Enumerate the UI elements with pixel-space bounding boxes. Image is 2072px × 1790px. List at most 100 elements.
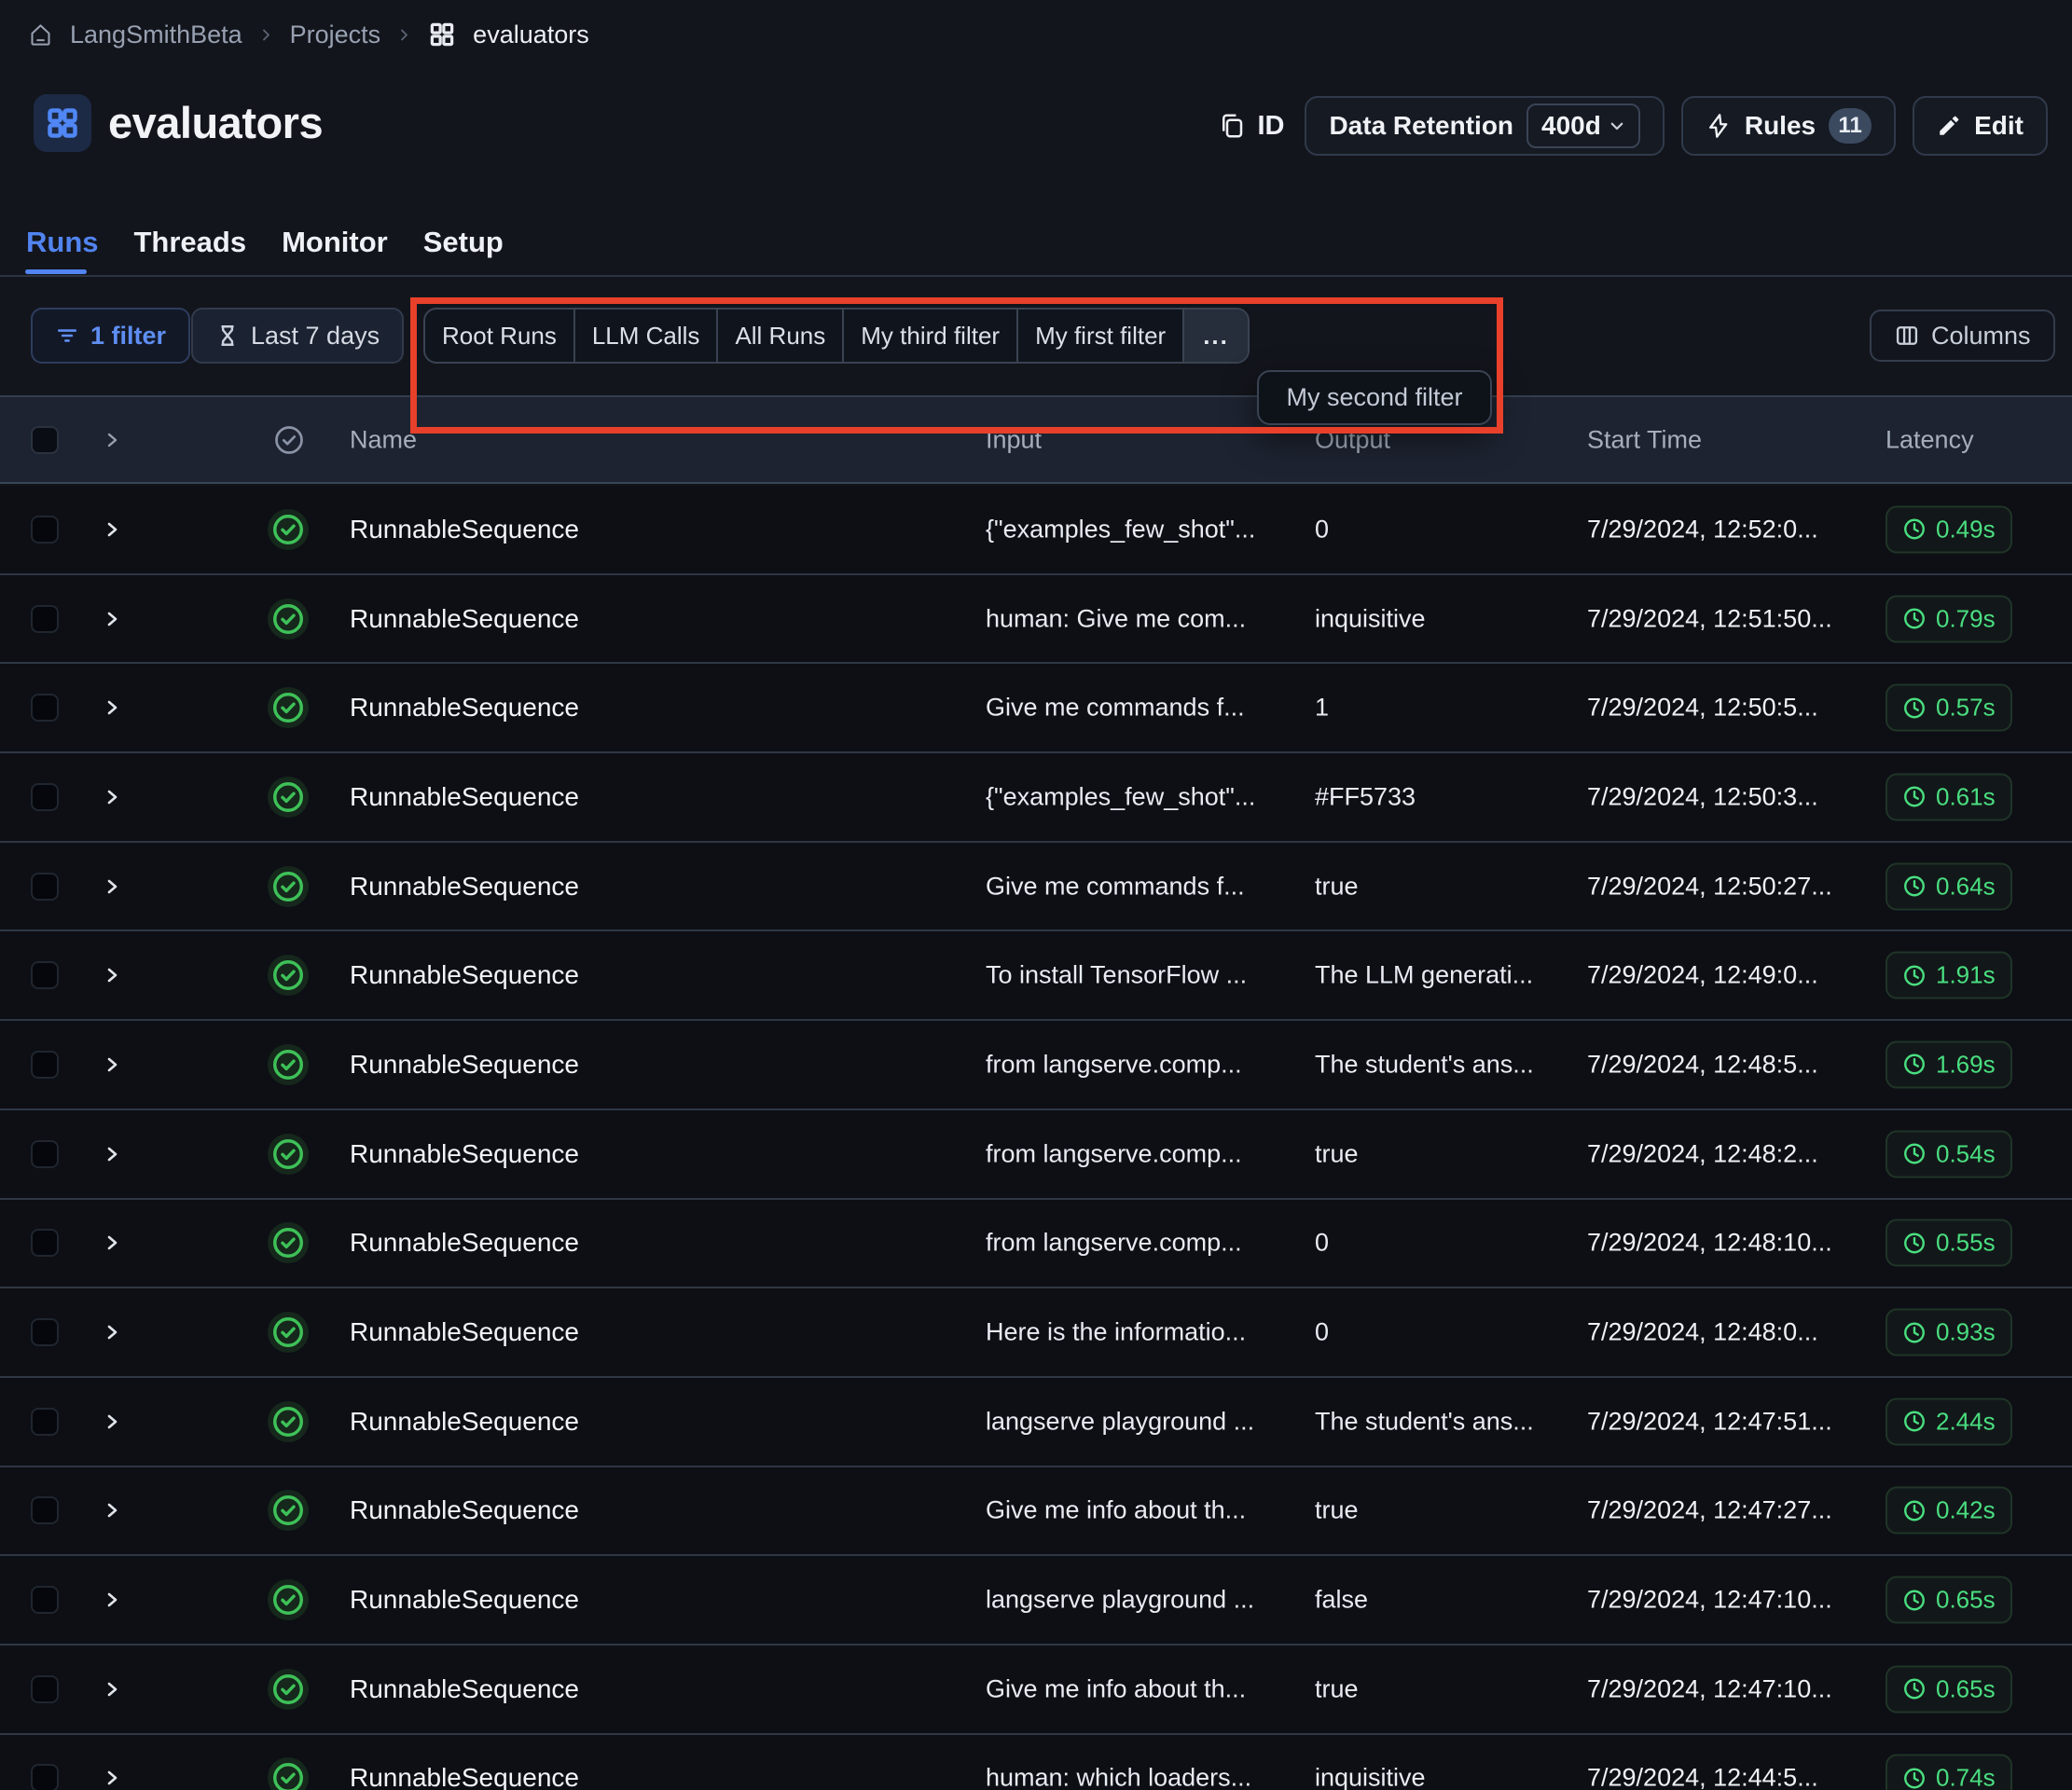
table-row[interactable]: RunnableSequence {"examples_few_shot"...… <box>0 753 2072 843</box>
edit-button[interactable]: Edit <box>1913 96 2048 156</box>
table-row[interactable]: RunnableSequence {"examples_few_shot"...… <box>0 486 2072 575</box>
row-checkbox[interactable] <box>31 1675 59 1703</box>
row-checkbox[interactable] <box>31 1586 59 1614</box>
expand-chevron-icon[interactable] <box>103 520 121 539</box>
column-header-output[interactable]: Output <box>1315 425 1390 454</box>
run-name[interactable]: RunnableSequence <box>350 1495 579 1525</box>
breadcrumb-item-projects[interactable]: Projects <box>290 21 381 49</box>
expand-chevron-icon[interactable] <box>103 1145 121 1164</box>
table-row[interactable]: RunnableSequence from langserve.comp... … <box>0 1200 2072 1289</box>
table-row[interactable]: RunnableSequence langserve playground ..… <box>0 1378 2072 1467</box>
table-row[interactable]: RunnableSequence Give me info about th..… <box>0 1645 2072 1735</box>
row-checkbox[interactable] <box>31 1496 59 1524</box>
columns-button[interactable]: Columns <box>1870 310 2055 362</box>
row-checkbox[interactable] <box>31 605 59 633</box>
expand-chevron-icon[interactable] <box>103 877 121 896</box>
run-name[interactable]: RunnableSequence <box>350 782 579 812</box>
row-checkbox[interactable] <box>31 783 59 811</box>
segment-my-first-filter[interactable]: My first filter <box>1016 310 1182 362</box>
run-name[interactable]: RunnableSequence <box>350 1050 579 1080</box>
date-range-button[interactable]: Last 7 days <box>191 308 404 364</box>
expand-chevron-icon[interactable] <box>103 788 121 806</box>
expand-all-chevron-icon[interactable] <box>103 431 121 449</box>
segment-my-third-filter[interactable]: My third filter <box>842 310 1016 362</box>
expand-chevron-icon[interactable] <box>103 966 121 984</box>
table-row[interactable]: RunnableSequence Give me info about th..… <box>0 1467 2072 1557</box>
pencil-icon <box>1937 114 1961 138</box>
status-success-icon <box>268 687 309 728</box>
latency-badge: 1.91s <box>1886 952 2012 999</box>
run-name[interactable]: RunnableSequence <box>350 960 579 990</box>
tab-threads[interactable]: Threads <box>134 226 247 259</box>
segment-root-runs[interactable]: Root Runs <box>425 310 573 362</box>
run-name[interactable]: RunnableSequence <box>350 1674 579 1704</box>
row-checkbox[interactable] <box>31 1140 59 1168</box>
table-row[interactable]: RunnableSequence from langserve.comp... … <box>0 1021 2072 1110</box>
select-all-checkbox[interactable] <box>31 426 59 454</box>
expand-chevron-icon[interactable] <box>103 1233 121 1252</box>
row-checkbox[interactable] <box>31 694 59 722</box>
home-icon[interactable] <box>28 22 53 48</box>
run-name[interactable]: RunnableSequence <box>350 1763 579 1790</box>
tab-monitor[interactable]: Monitor <box>282 226 388 259</box>
segment-overflow-button[interactable]: ... <box>1182 310 1248 362</box>
data-retention-value-dropdown[interactable]: 400d <box>1526 103 1640 148</box>
rules-button[interactable]: Rules 11 <box>1681 96 1896 156</box>
filter-count-button[interactable]: 1 filter <box>31 308 190 364</box>
table-row[interactable]: RunnableSequence human: which loaders...… <box>0 1735 2072 1790</box>
row-checkbox[interactable] <box>31 1229 59 1257</box>
row-checkbox[interactable] <box>31 873 59 901</box>
row-checkbox[interactable] <box>31 1318 59 1346</box>
copy-id-button[interactable]: ID <box>1218 111 1284 142</box>
table-row[interactable]: RunnableSequence Give me commands f... t… <box>0 843 2072 932</box>
run-name[interactable]: RunnableSequence <box>350 1139 579 1169</box>
run-name[interactable]: RunnableSequence <box>350 1585 579 1615</box>
row-checkbox[interactable] <box>31 1051 59 1079</box>
data-retention-button[interactable]: Data Retention 400d <box>1305 96 1664 156</box>
expand-chevron-icon[interactable] <box>103 698 121 717</box>
tab-setup[interactable]: Setup <box>423 226 504 259</box>
expand-chevron-icon[interactable] <box>103 1680 121 1699</box>
table-row[interactable]: RunnableSequence langserve playground ..… <box>0 1556 2072 1645</box>
expand-chevron-icon[interactable] <box>103 610 121 628</box>
run-name[interactable]: RunnableSequence <box>350 515 579 544</box>
run-start-time: 7/29/2024, 12:50:5... <box>1587 694 1818 723</box>
run-name[interactable]: RunnableSequence <box>350 693 579 723</box>
table-row[interactable]: RunnableSequence Here is the informatio.… <box>0 1288 2072 1378</box>
breadcrumb-item-langsmithbeta[interactable]: LangSmithBeta <box>70 21 242 49</box>
expand-chevron-icon[interactable] <box>103 1501 121 1520</box>
clock-icon <box>1902 1498 1927 1522</box>
column-header-input[interactable]: Input <box>986 425 1042 454</box>
expand-chevron-icon[interactable] <box>103 1323 121 1342</box>
expand-chevron-icon[interactable] <box>103 1590 121 1609</box>
run-start-time: 7/29/2024, 12:48:5... <box>1587 1050 1818 1079</box>
menu-item-my-second-filter[interactable]: My second filter <box>1286 383 1462 412</box>
segment-all-runs[interactable]: All Runs <box>716 310 842 362</box>
run-start-time: 7/29/2024, 12:48:2... <box>1587 1139 1818 1168</box>
run-name[interactable]: RunnableSequence <box>350 872 579 902</box>
row-checkbox[interactable] <box>31 1408 59 1436</box>
expand-chevron-icon[interactable] <box>103 1412 121 1431</box>
run-name[interactable]: RunnableSequence <box>350 1407 579 1437</box>
row-checkbox[interactable] <box>31 516 59 544</box>
column-header-latency[interactable]: Latency <box>1886 425 1974 454</box>
table-row[interactable]: RunnableSequence To install TensorFlow .… <box>0 931 2072 1021</box>
table-row[interactable]: RunnableSequence human: Give me com... i… <box>0 575 2072 665</box>
expand-chevron-icon[interactable] <box>103 1055 121 1074</box>
page-title: evaluators <box>108 92 323 154</box>
run-name[interactable]: RunnableSequence <box>350 604 579 634</box>
expand-chevron-icon[interactable] <box>103 1769 121 1787</box>
row-checkbox[interactable] <box>31 961 59 989</box>
segment-llm-calls[interactable]: LLM Calls <box>573 310 717 362</box>
column-header-name[interactable]: Name <box>350 425 417 454</box>
tab-runs[interactable]: Runs <box>26 226 99 259</box>
table-row[interactable]: RunnableSequence from langserve.comp... … <box>0 1110 2072 1200</box>
table-row[interactable]: RunnableSequence Give me commands f... 1… <box>0 664 2072 753</box>
run-start-time: 7/29/2024, 12:44:5... <box>1587 1764 1818 1790</box>
row-checkbox[interactable] <box>31 1764 59 1790</box>
latency-badge: 0.65s <box>1886 1577 2012 1624</box>
run-name[interactable]: RunnableSequence <box>350 1228 579 1258</box>
latency-badge: 0.42s <box>1886 1487 2012 1535</box>
column-header-start-time[interactable]: Start Time <box>1587 425 1702 454</box>
run-name[interactable]: RunnableSequence <box>350 1317 579 1347</box>
